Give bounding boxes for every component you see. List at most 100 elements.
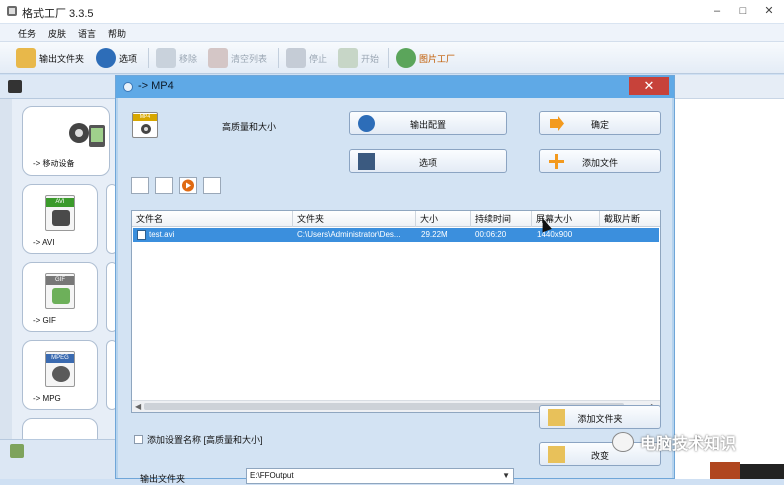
column-clip[interactable]: 截取片断 bbox=[600, 211, 660, 227]
options-gear-icon bbox=[96, 48, 116, 68]
start-icon bbox=[338, 48, 358, 68]
picture-factory-button[interactable]: 图片工厂 bbox=[396, 46, 455, 70]
close-button[interactable]: ✕ bbox=[756, 2, 782, 20]
file-table: 文件名 文件夹 大小 持续时间 屏幕大小 截取片断 test.avi C:\Us… bbox=[131, 210, 661, 413]
add-setting-name-checkbox[interactable] bbox=[134, 435, 143, 444]
avi-button[interactable]: AVI -> AVI bbox=[22, 184, 98, 254]
dialog-titlebar: -> MP4 ✕ bbox=[116, 76, 674, 98]
mobile-device-icon bbox=[69, 123, 105, 147]
avi-label: -> AVI bbox=[33, 238, 55, 247]
toolbar-separator bbox=[388, 48, 389, 68]
watermark: 电脑技术知识 bbox=[612, 430, 736, 454]
chevron-down-icon: ▼ bbox=[502, 471, 510, 480]
output-config-label: 输出配置 bbox=[409, 120, 446, 130]
remove-label: 移除 bbox=[179, 53, 198, 64]
minimize-button[interactable]: – bbox=[704, 2, 730, 20]
mp4-dialog: -> MP4 ✕ MP4 高质量和大小 输出配置 确定 选项 添加文件 文件名 … bbox=[115, 75, 675, 484]
mobile-device-label: -> 移动设备 bbox=[33, 159, 75, 168]
menu-skin[interactable]: 皮肤 bbox=[48, 27, 66, 40]
cell-duration: 00:06:20 bbox=[475, 230, 507, 239]
toolbar-separator bbox=[278, 48, 279, 68]
ok-label: 确定 bbox=[590, 120, 609, 130]
stop-button[interactable]: 停止 bbox=[286, 46, 327, 70]
remove-file-icon[interactable] bbox=[131, 177, 149, 194]
start-label: 开始 bbox=[361, 53, 380, 64]
picture-factory-icon bbox=[396, 48, 416, 68]
dialog-close-button[interactable]: ✕ bbox=[629, 77, 669, 95]
menu-bar: 任务 皮肤 语言 帮助 bbox=[0, 24, 784, 42]
menu-task[interactable]: 任务 bbox=[18, 27, 36, 40]
remove-button[interactable]: 移除 bbox=[156, 46, 197, 70]
task-list-header bbox=[675, 75, 784, 99]
music-note-icon bbox=[10, 444, 24, 458]
add-file-button[interactable]: 添加文件 bbox=[539, 149, 661, 173]
category-panel-edge bbox=[0, 99, 12, 479]
clapperboard-icon bbox=[8, 80, 22, 93]
quality-label: 高质量和大小 bbox=[222, 122, 277, 132]
gif-icon: GIF bbox=[45, 273, 75, 309]
options-label: 选项 bbox=[119, 53, 138, 64]
toolbar: 输出文件夹 选项 移除 清空列表 停止 开始 图片工厂 bbox=[0, 42, 784, 74]
column-filename[interactable]: 文件名 bbox=[132, 211, 293, 227]
table-header: 文件名 文件夹 大小 持续时间 屏幕大小 截取片断 bbox=[132, 211, 660, 227]
output-folder-label: 输出文件夹 bbox=[39, 53, 85, 64]
dialog-title: -> MP4 bbox=[138, 80, 174, 92]
scroll-left-icon[interactable]: ◀ bbox=[135, 402, 141, 411]
cell-folder: C:\Users\Administrator\Des... bbox=[297, 230, 401, 239]
picture-factory-label: 图片工厂 bbox=[419, 53, 456, 64]
screen-decoration bbox=[740, 464, 784, 479]
film-strip-decoration bbox=[710, 462, 740, 479]
audio-category-header[interactable] bbox=[0, 439, 115, 479]
remove-icon bbox=[156, 48, 176, 68]
gif-label: -> GIF bbox=[33, 316, 56, 325]
ok-button[interactable]: 确定 bbox=[539, 111, 661, 135]
menu-language[interactable]: 语言 bbox=[78, 27, 96, 40]
file-info-icon[interactable] bbox=[203, 177, 221, 194]
start-button[interactable]: 开始 bbox=[338, 46, 379, 70]
add-file-label: 添加文件 bbox=[581, 158, 618, 168]
cell-clip bbox=[604, 228, 659, 242]
file-icon bbox=[137, 230, 146, 240]
cell-filename: test.avi bbox=[149, 230, 175, 239]
gif-button[interactable]: GIF -> GIF bbox=[22, 262, 98, 332]
video-category-header[interactable] bbox=[0, 75, 115, 99]
dialog-app-icon bbox=[123, 82, 133, 92]
folder-icon bbox=[16, 48, 36, 68]
add-setting-name-label: 添加设置名称 [高质量和大小] bbox=[147, 435, 263, 445]
clear-list-icon bbox=[208, 48, 228, 68]
options-dialog-button[interactable]: 选项 bbox=[349, 149, 507, 173]
column-duration[interactable]: 持续时间 bbox=[471, 211, 532, 227]
clear-list-label: 清空列表 bbox=[231, 53, 268, 64]
play-icon[interactable] bbox=[179, 177, 197, 194]
mp4-format-icon: MP4 bbox=[132, 112, 158, 138]
output-folder-select[interactable]: E:\FFOutput ▼ bbox=[246, 468, 514, 484]
mpg-button[interactable]: MPEG -> MPG bbox=[22, 340, 98, 410]
options-dialog-label: 选项 bbox=[418, 158, 437, 168]
format-factory-app-icon bbox=[7, 6, 17, 16]
maximize-button[interactable]: □ bbox=[730, 2, 756, 20]
mobile-device-button[interactable]: -> 移动设备 bbox=[22, 106, 110, 176]
add-folder-button[interactable]: 添加文件夹 bbox=[539, 405, 661, 429]
stop-icon bbox=[286, 48, 306, 68]
watermark-text: 电脑技术知识 bbox=[640, 436, 737, 453]
clear-files-icon[interactable] bbox=[155, 177, 173, 194]
stop-label: 停止 bbox=[309, 53, 328, 64]
cell-size: 29.22M bbox=[421, 230, 448, 239]
mpg-icon: MPEG bbox=[45, 351, 75, 387]
avi-icon: AVI bbox=[45, 195, 75, 231]
column-size[interactable]: 大小 bbox=[416, 211, 471, 227]
dialog-body: MP4 高质量和大小 输出配置 确定 选项 添加文件 文件名 文件夹 大小 持续… bbox=[118, 98, 672, 484]
task-list-area bbox=[675, 75, 784, 479]
wechat-logo-icon bbox=[612, 432, 634, 452]
main-titlebar: 格式工厂 3.3.5 – □ ✕ bbox=[0, 0, 784, 24]
output-folder-button[interactable]: 输出文件夹 bbox=[16, 46, 84, 70]
table-row[interactable]: test.avi C:\Users\Administrator\Des... 2… bbox=[133, 228, 659, 242]
clear-list-button[interactable]: 清空列表 bbox=[208, 46, 267, 70]
mpg-label: -> MPG bbox=[33, 394, 61, 403]
toolbar-separator bbox=[148, 48, 149, 68]
window-title: 格式工厂 3.3.5 bbox=[22, 8, 94, 20]
column-folder[interactable]: 文件夹 bbox=[293, 211, 416, 227]
output-config-button[interactable]: 输出配置 bbox=[349, 111, 507, 135]
menu-help[interactable]: 帮助 bbox=[108, 27, 126, 40]
options-button[interactable]: 选项 bbox=[96, 46, 137, 70]
